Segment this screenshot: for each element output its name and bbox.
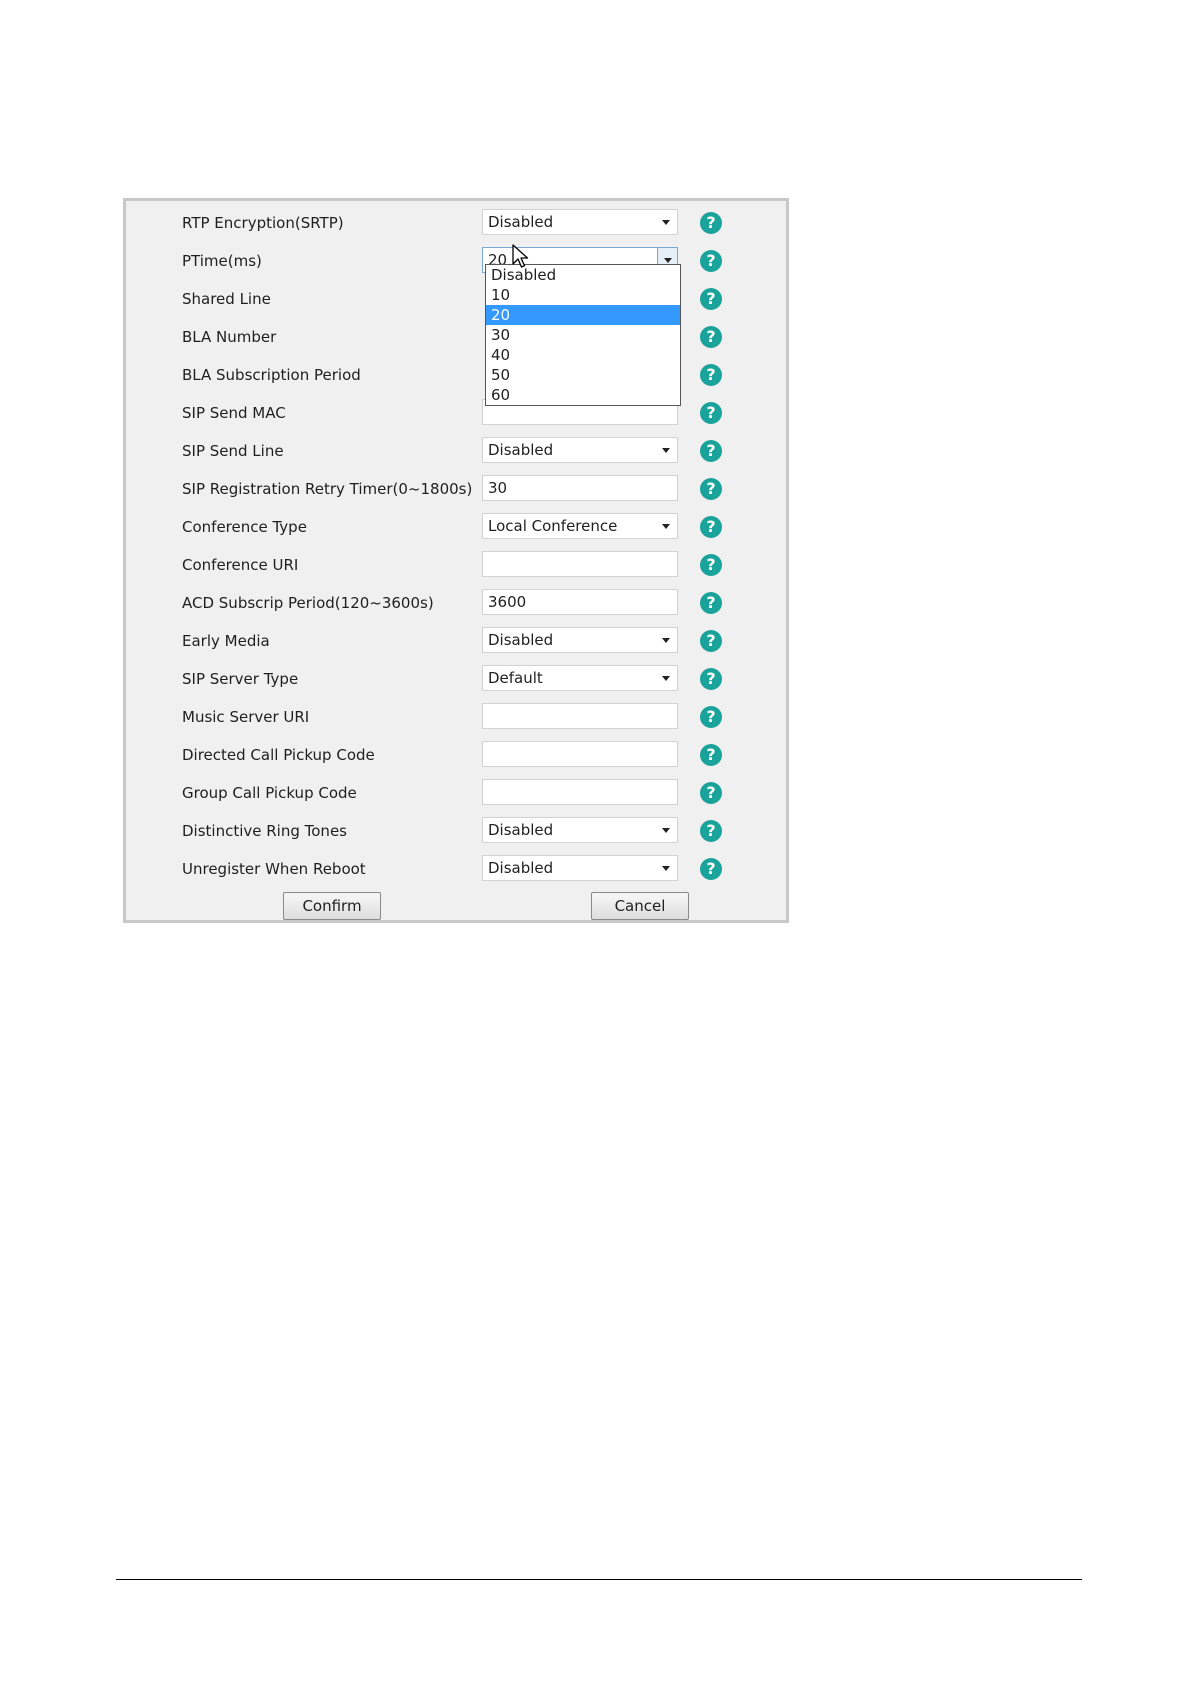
rtp-encryption-label: RTP Encryption(SRTP) xyxy=(182,214,344,232)
row-music-server-uri: Music Server URI ? xyxy=(126,698,786,736)
help-icon[interactable]: ? xyxy=(700,554,722,576)
dropdown-option[interactable]: 10 xyxy=(486,285,680,305)
conference-type-select[interactable]: Local Conference xyxy=(482,513,678,539)
distinctive-ring-tones-value: Disabled xyxy=(488,821,554,839)
help-icon[interactable]: ? xyxy=(700,364,722,386)
acd-subscrip-period-value: 3600 xyxy=(488,593,527,611)
dropdown-option-selected[interactable]: 20 xyxy=(486,305,680,325)
help-icon[interactable]: ? xyxy=(700,668,722,690)
help-icon[interactable]: ? xyxy=(700,782,722,804)
bla-subscription-period-label: BLA Subscription Period xyxy=(182,366,361,384)
group-call-pickup-code-input[interactable] xyxy=(482,779,678,805)
early-media-select[interactable]: Disabled xyxy=(482,627,678,653)
rtp-encryption-select[interactable]: Disabled xyxy=(482,209,678,235)
sip-server-type-value: Default xyxy=(488,669,543,687)
sip-registration-retry-timer-label: SIP Registration Retry Timer(0~1800s) xyxy=(182,480,473,498)
sip-server-type-select[interactable]: Default xyxy=(482,665,678,691)
music-server-uri-label: Music Server URI xyxy=(182,708,310,726)
early-media-label: Early Media xyxy=(182,632,270,650)
chevron-down-icon xyxy=(662,220,670,225)
dropdown-option[interactable]: 30 xyxy=(486,325,680,345)
row-rtp-encryption: RTP Encryption(SRTP) Disabled ? xyxy=(126,204,786,242)
row-distinctive-ring-tones: Distinctive Ring Tones Disabled ? xyxy=(126,812,786,850)
row-conference-type: Conference Type Local Conference ? xyxy=(126,508,786,546)
row-bla-number: BLA Number ? xyxy=(126,318,786,356)
help-icon[interactable]: ? xyxy=(700,516,722,538)
row-group-call-pickup-code: Group Call Pickup Code ? xyxy=(126,774,786,812)
acd-subscrip-period-label: ACD Subscrip Period(120~3600s) xyxy=(182,594,434,612)
dropdown-option[interactable]: 40 xyxy=(486,345,680,365)
help-icon[interactable]: ? xyxy=(700,858,722,880)
chevron-down-icon xyxy=(662,676,670,681)
chevron-down-icon xyxy=(662,828,670,833)
rtp-encryption-value: Disabled xyxy=(488,213,554,231)
early-media-value: Disabled xyxy=(488,631,554,649)
chevron-down-icon xyxy=(662,448,670,453)
help-icon[interactable]: ? xyxy=(700,820,722,842)
group-call-pickup-code-label: Group Call Pickup Code xyxy=(182,784,357,802)
cancel-button[interactable]: Cancel xyxy=(591,892,689,920)
dropdown-option[interactable]: 60 xyxy=(486,385,680,405)
help-icon[interactable]: ? xyxy=(700,592,722,614)
help-icon[interactable]: ? xyxy=(700,478,722,500)
chevron-down-icon xyxy=(664,258,672,263)
ptime-label: PTime(ms) xyxy=(182,252,262,270)
conference-type-label: Conference Type xyxy=(182,518,307,536)
row-unregister-when-reboot: Unregister When Reboot Disabled ? xyxy=(126,850,786,888)
row-sip-send-mac: SIP Send MAC ? xyxy=(126,394,786,432)
row-acd-subscrip-period: ACD Subscrip Period(120~3600s) 3600 ? xyxy=(126,584,786,622)
acd-subscrip-period-input[interactable]: 3600 xyxy=(482,589,678,615)
conference-uri-label: Conference URI xyxy=(182,556,299,574)
row-sip-send-line: SIP Send Line Disabled ? xyxy=(126,432,786,470)
music-server-uri-input[interactable] xyxy=(482,703,678,729)
help-icon[interactable]: ? xyxy=(700,288,722,310)
mouse-cursor-icon xyxy=(512,244,529,268)
distinctive-ring-tones-select[interactable]: Disabled xyxy=(482,817,678,843)
help-icon[interactable]: ? xyxy=(700,402,722,424)
ptime-dropdown-list: Disabled 10 20 30 40 50 60 xyxy=(485,264,681,406)
help-icon[interactable]: ? xyxy=(700,250,722,272)
confirm-button[interactable]: Confirm xyxy=(283,892,381,920)
directed-call-pickup-code-label: Directed Call Pickup Code xyxy=(182,746,375,764)
row-sip-registration-retry-timer: SIP Registration Retry Timer(0~1800s) 30… xyxy=(126,470,786,508)
distinctive-ring-tones-label: Distinctive Ring Tones xyxy=(182,822,347,840)
sip-registration-retry-timer-value: 30 xyxy=(488,479,508,497)
help-icon[interactable]: ? xyxy=(700,326,722,348)
help-icon[interactable]: ? xyxy=(700,212,722,234)
help-icon[interactable]: ? xyxy=(700,440,722,462)
chevron-down-icon xyxy=(662,866,670,871)
row-shared-line: Shared Line ? xyxy=(126,280,786,318)
sip-server-type-label: SIP Server Type xyxy=(182,670,299,688)
footer-divider xyxy=(116,1579,1082,1580)
row-early-media: Early Media Disabled ? xyxy=(126,622,786,660)
row-bla-subscription-period: BLA Subscription Period ? xyxy=(126,356,786,394)
sip-registration-retry-timer-input[interactable]: 30 xyxy=(482,475,678,501)
dropdown-option[interactable]: 50 xyxy=(486,365,680,385)
settings-panel: RTP Encryption(SRTP) Disabled ? PTime(ms… xyxy=(123,198,789,923)
sip-send-line-select[interactable]: Disabled xyxy=(482,437,678,463)
unregister-when-reboot-label: Unregister When Reboot xyxy=(182,860,366,878)
bla-number-label: BLA Number xyxy=(182,328,277,346)
row-conference-uri: Conference URI ? xyxy=(126,546,786,584)
shared-line-label: Shared Line xyxy=(182,290,271,308)
row-ptime: PTime(ms) 20 ? xyxy=(126,242,786,280)
sip-send-mac-label: SIP Send MAC xyxy=(182,404,286,422)
help-icon[interactable]: ? xyxy=(700,630,722,652)
unregister-when-reboot-select[interactable]: Disabled xyxy=(482,855,678,881)
unregister-when-reboot-value: Disabled xyxy=(488,859,554,877)
sip-send-line-value: Disabled xyxy=(488,441,554,459)
row-sip-server-type: SIP Server Type Default ? xyxy=(126,660,786,698)
help-icon[interactable]: ? xyxy=(700,706,722,728)
sip-send-line-label: SIP Send Line xyxy=(182,442,284,460)
row-directed-call-pickup-code: Directed Call Pickup Code ? xyxy=(126,736,786,774)
help-icon[interactable]: ? xyxy=(700,744,722,766)
conference-uri-input[interactable] xyxy=(482,551,678,577)
directed-call-pickup-code-input[interactable] xyxy=(482,741,678,767)
chevron-down-icon xyxy=(662,638,670,643)
chevron-down-icon xyxy=(662,524,670,529)
conference-type-value: Local Conference xyxy=(488,517,618,535)
